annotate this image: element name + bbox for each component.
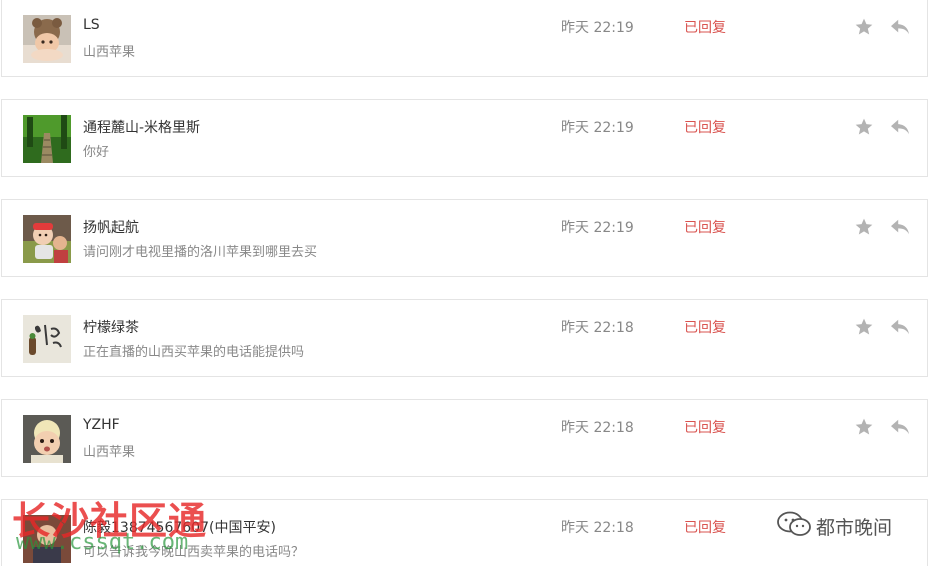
sender-nickname[interactable]: LS bbox=[83, 17, 100, 33]
message-preview[interactable]: 山西苹果 bbox=[83, 41, 135, 60]
reply-arrow-icon[interactable] bbox=[889, 218, 911, 236]
sender-nickname[interactable]: 柠檬绿茶 bbox=[83, 317, 139, 337]
message-time: 昨天 22:19 bbox=[561, 20, 634, 36]
star-icon[interactable] bbox=[854, 217, 874, 237]
message-row[interactable]: 柠檬绿茶 正在直播的山西买苹果的电话能提供吗 昨天 22:18 已回复 bbox=[1, 299, 928, 377]
message-time: 昨天 22:18 bbox=[561, 320, 634, 336]
message-preview[interactable]: 请问刚才电视里播的洛川苹果到哪里去买 bbox=[83, 241, 317, 260]
star-icon[interactable] bbox=[854, 117, 874, 137]
message-row[interactable]: LS 山西苹果 昨天 22:19 已回复 bbox=[1, 0, 928, 77]
reply-status: 已回复 bbox=[684, 20, 726, 36]
message-row[interactable]: 陈毅13874567607(中国平安) 可以告诉我今晚山西卖苹果的电话吗？ 昨天… bbox=[1, 499, 928, 566]
message-preview[interactable]: 正在直播的山西买苹果的电话能提供吗 bbox=[83, 341, 304, 360]
sender-nickname[interactable]: 扬帆起航 bbox=[83, 217, 139, 237]
message-row[interactable]: 通程麓山-米格里斯 你好 昨天 22:19 已回复 bbox=[1, 99, 928, 177]
reply-arrow-icon[interactable] bbox=[889, 118, 911, 136]
reply-status: 已回复 bbox=[684, 120, 726, 136]
reply-status: 已回复 bbox=[684, 320, 726, 336]
avatar[interactable] bbox=[23, 215, 71, 263]
reply-arrow-icon[interactable] bbox=[889, 418, 911, 436]
message-time: 昨天 22:19 bbox=[561, 220, 634, 236]
avatar[interactable] bbox=[23, 15, 71, 63]
message-preview[interactable]: 可以告诉我今晚山西卖苹果的电话吗？ bbox=[83, 541, 304, 560]
sender-nickname[interactable]: 陈毅13874567607(中国平安) bbox=[83, 517, 276, 537]
message-list: LS 山西苹果 昨天 22:19 已回复 通程麓山-米格里斯 你好 昨天 22:… bbox=[0, 0, 942, 566]
avatar[interactable] bbox=[23, 515, 71, 563]
avatar[interactable] bbox=[23, 315, 71, 363]
avatar[interactable] bbox=[23, 415, 71, 463]
message-preview[interactable]: 山西苹果 bbox=[83, 441, 135, 460]
message-time: 昨天 22:19 bbox=[561, 120, 634, 136]
sender-nickname[interactable]: YZHF bbox=[83, 417, 120, 433]
reply-arrow-icon[interactable] bbox=[889, 18, 911, 36]
star-icon[interactable] bbox=[854, 17, 874, 37]
reply-arrow-icon[interactable] bbox=[889, 318, 911, 336]
message-row[interactable]: YZHF 山西苹果 昨天 22:18 已回复 bbox=[1, 399, 928, 477]
avatar[interactable] bbox=[23, 115, 71, 163]
reply-status: 已回复 bbox=[684, 420, 726, 436]
reply-status: 已回复 bbox=[684, 220, 726, 236]
message-time: 昨天 22:18 bbox=[561, 520, 634, 536]
message-row[interactable]: 扬帆起航 请问刚才电视里播的洛川苹果到哪里去买 昨天 22:19 已回复 bbox=[1, 199, 928, 277]
star-icon[interactable] bbox=[854, 317, 874, 337]
message-preview[interactable]: 你好 bbox=[83, 141, 109, 160]
reply-status: 已回复 bbox=[684, 520, 726, 536]
message-time: 昨天 22:18 bbox=[561, 420, 634, 436]
star-icon[interactable] bbox=[854, 417, 874, 437]
sender-nickname[interactable]: 通程麓山-米格里斯 bbox=[83, 117, 200, 137]
